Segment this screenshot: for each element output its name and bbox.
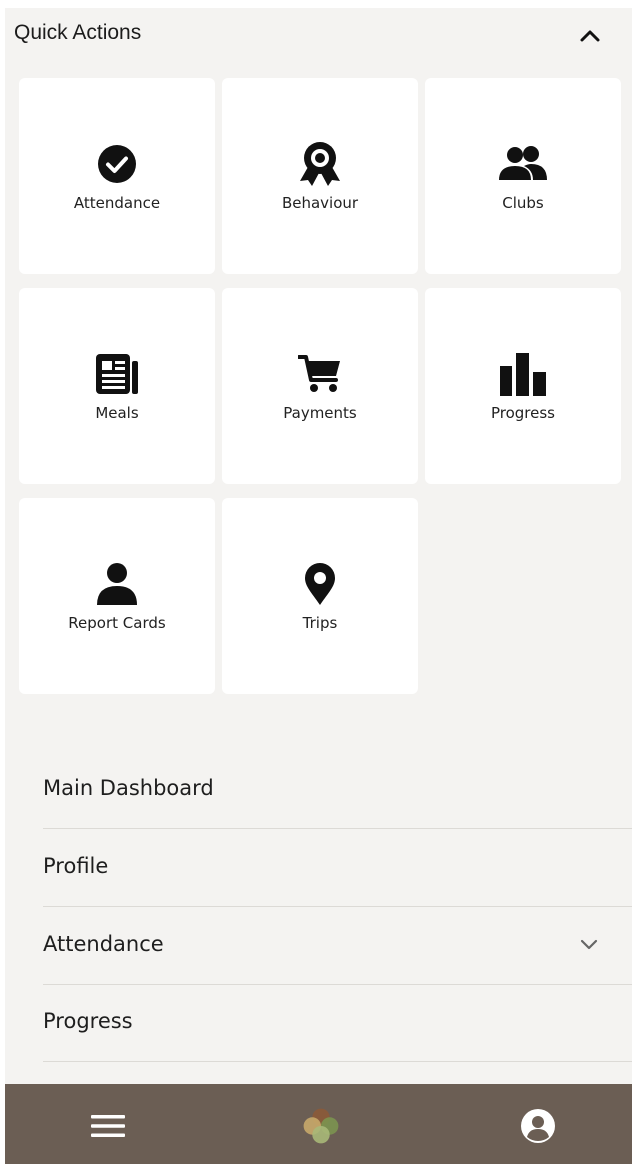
tile-behaviour[interactable]: Behaviour (222, 78, 418, 274)
menu-item-progress[interactable]: Progress (43, 984, 632, 1062)
check-circle-icon (19, 142, 215, 186)
tile-label: Behaviour (281, 194, 359, 212)
tile-label: Attendance (73, 194, 161, 212)
bar-chart-icon (425, 352, 621, 396)
tile-meals[interactable]: Meals (19, 288, 215, 484)
newspaper-icon (19, 352, 215, 396)
tile-trips[interactable]: Trips (222, 498, 418, 694)
tile-report-cards[interactable]: Report Cards (19, 498, 215, 694)
menu-item-label: Progress (43, 1009, 133, 1033)
tile-label: Clubs (502, 194, 544, 212)
shopping-cart-icon (222, 352, 418, 396)
menu-item-profile[interactable]: Profile (43, 829, 632, 907)
tile-label: Trips (302, 614, 338, 632)
menu-item-main-dashboard[interactable]: Main Dashboard (43, 751, 632, 829)
menu-item-label: Profile (43, 854, 109, 878)
tile-clubs[interactable]: Clubs (425, 78, 621, 274)
quick-actions-header[interactable]: Quick Actions (5, 8, 632, 64)
tile-attendance[interactable]: Attendance (19, 78, 215, 274)
user-icon (19, 562, 215, 606)
menu-item-label: Main Dashboard (43, 776, 214, 800)
users-icon (425, 142, 621, 186)
app-screen: Quick Actions Attendance Behaviour Clubs… (5, 8, 632, 1164)
quick-actions-title: Quick Actions (14, 21, 142, 44)
tile-payments[interactable]: Payments (222, 288, 418, 484)
award-ribbon-icon (222, 142, 418, 186)
tile-label: Report Cards (68, 614, 166, 632)
menu-item-attendance[interactable]: Attendance (43, 907, 632, 985)
user-circle-icon[interactable] (518, 1106, 558, 1146)
tile-label: Meals (95, 404, 139, 422)
tile-label: Payments (283, 404, 357, 422)
map-marker-icon (222, 562, 418, 606)
bottom-nav-bar (5, 1084, 632, 1164)
tile-progress[interactable]: Progress (425, 288, 621, 484)
tile-label: Progress (490, 404, 555, 422)
chevron-down-icon[interactable] (579, 937, 599, 951)
hamburger-menu-icon[interactable] (88, 1106, 128, 1146)
menu-item-label: Attendance (43, 932, 164, 956)
chevron-up-icon[interactable] (578, 26, 602, 46)
clover-logo-icon[interactable] (301, 1106, 341, 1146)
